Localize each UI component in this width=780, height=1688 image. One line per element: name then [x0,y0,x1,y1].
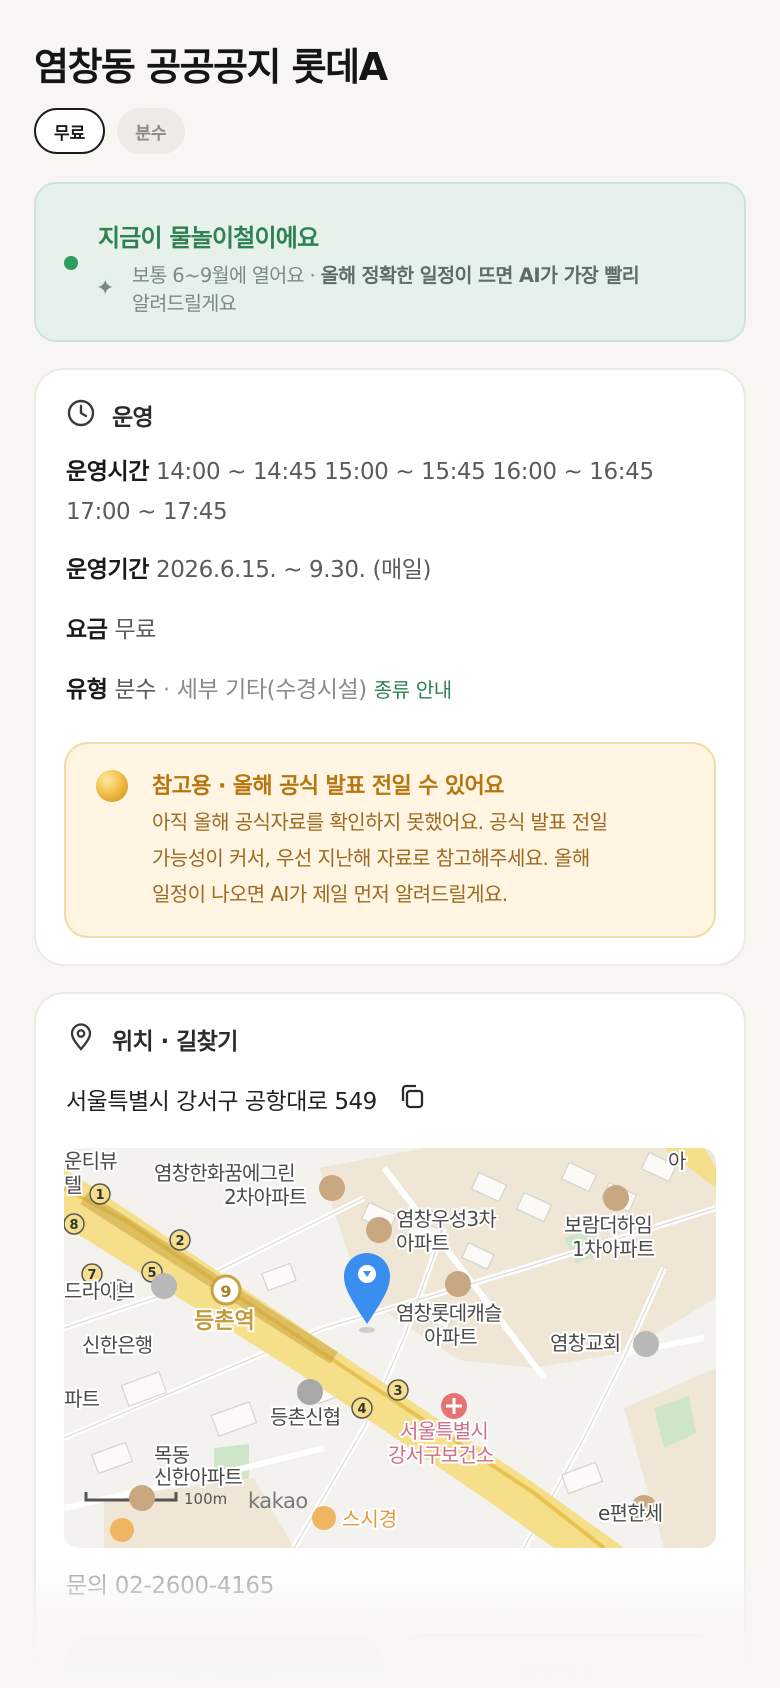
coin-icon [96,770,128,802]
map-label-edge-1b: 텔 [64,1173,82,1197]
notice-body: 아직 올해 공식자료를 확인하지 못했어요. 공식 발표 전일 가능성이 커서, … [152,810,608,906]
directions-button[interactable]: 길찾기 [66,1634,382,1688]
map-label-mokdong: 목동 [154,1443,190,1467]
map-label-edge-5: e편한세 [598,1501,662,1525]
season-banner: 지금이 물놀이철이에요 ✦ 보통 6~9월에 열어요 · 올해 정확한 일정이 … [34,182,746,342]
map-label-apt3b: 1차아파트 [572,1237,655,1261]
map-label-apt2b: 아파트 [396,1231,449,1255]
map-label-edge-1: 운티뷰 [64,1149,117,1173]
operation-card: 운영 운영시간 14:00 ~ 14:45 15:00 ~ 15:45 16:0… [34,368,746,966]
subway-exit-number: 8 [69,1218,78,1233]
detail-page: 염창동 공공공지 롯데A 무료 분수 지금이 물놀이철이에요 ✦ 보통 6~9월… [0,0,780,1688]
map-label-apt1: 염창한화꿈에그린 [154,1161,295,1185]
map-scale-label: 100m [184,1490,227,1508]
place-button[interactable]: 플레이스 [398,1634,718,1688]
map-label-health-center-b: 강서구보건소 [388,1443,494,1467]
type-guide-link[interactable]: 종류 안내 [374,678,452,702]
tag-list: 무료 분수 [34,108,185,154]
map-label-apt2: 염창우성3차 [396,1207,496,1231]
reference-notice: 참고용 · 올해 공식 발표 전일 수 있어요 아직 올해 공식자료를 확인하지… [64,742,716,938]
map-label-health-center: 서울특별시 [400,1419,488,1443]
tag-fountain[interactable]: 분수 [117,108,185,154]
map-label-apt3: 보람더하임 [564,1213,652,1237]
map-label-apt4: 염창롯데캐슬 [396,1301,502,1325]
season-headline: 지금이 물놀이철이에요 [98,224,319,252]
map-label-bank: 신한은행 [82,1333,152,1357]
map-brand-logo: kakao [248,1489,308,1513]
map-label-credit-union: 등촌신협 [270,1405,340,1429]
map-station-line-number: 9 [220,1282,231,1301]
operation-hours: 운영시간 14:00 ~ 14:45 15:00 ~ 15:45 16:00 ~… [66,459,654,525]
location-card: 위치 · 길찾기 서울특별시 강서구 공항대로 549 9 1 2 3 4 5 … [34,992,746,1688]
tag-free[interactable]: 무료 [34,108,106,154]
operation-type: 유형 분수 · 세부 기타(수경시설) 종류 안내 [66,677,452,703]
copy-icon[interactable] [397,1082,427,1116]
operation-period: 운영기간 2026.6.15. ~ 9.30. (매일) [66,557,432,583]
map-label-station: 등촌역 [194,1309,255,1334]
map-view[interactable]: 9 12345678 염창한화꿈에그린 2차아파트 염창우성3차 아파트 보람더… [64,1148,716,1548]
location-header: 위치 · 길찾기 [66,1022,238,1056]
address-text: 서울특별시 강서구 공항대로 549 [66,1089,377,1115]
subway-exit-number: 4 [357,1402,366,1417]
map-label-edge-2: 드라이브 [64,1279,135,1303]
page-title: 염창동 공공공지 롯데A [34,45,388,89]
map-label-edge-4: 아 [668,1149,686,1173]
map-label-apt1b: 2차아파트 [224,1185,307,1209]
season-description: 보통 6~9월에 열어요 · 올해 정확한 일정이 뜨면 AI가 가장 빨리 알려… [132,264,640,315]
operation-fee: 요금 무료 [66,617,156,643]
subway-exit-number: 2 [175,1234,184,1249]
navigate-icon [175,1660,201,1688]
subway-exit-number: 3 [393,1384,402,1399]
status-dot [64,256,78,270]
map-canvas: 9 12345678 염창한화꿈에그린 2차아파트 염창우성3차 아파트 보람더… [64,1148,716,1548]
map-label-edge-3: 파트 [64,1387,100,1411]
sparkle-icon: ✦ [96,276,115,301]
address-row: 서울특별시 강서구 공항대로 549 [66,1082,427,1116]
map-label-mokdong-apt: 신한아파트 [154,1465,242,1489]
notice-title: 참고용 · 올해 공식 발표 전일 수 있어요 [152,774,504,799]
clock-icon [66,398,96,432]
operation-title: 운영 [112,405,154,431]
location-title: 위치 · 길찾기 [112,1029,238,1055]
contact-phone[interactable]: 문의 02-2600-4165 [66,1566,274,1600]
subway-exit-number: 1 [95,1188,104,1203]
operation-header: 운영 [66,398,154,432]
map-label-apt4b: 아파트 [424,1325,477,1349]
location-pin-icon [66,1022,96,1056]
map-label-church: 염창교회 [550,1331,620,1355]
map-label-sushi: 스시경 [342,1507,397,1531]
